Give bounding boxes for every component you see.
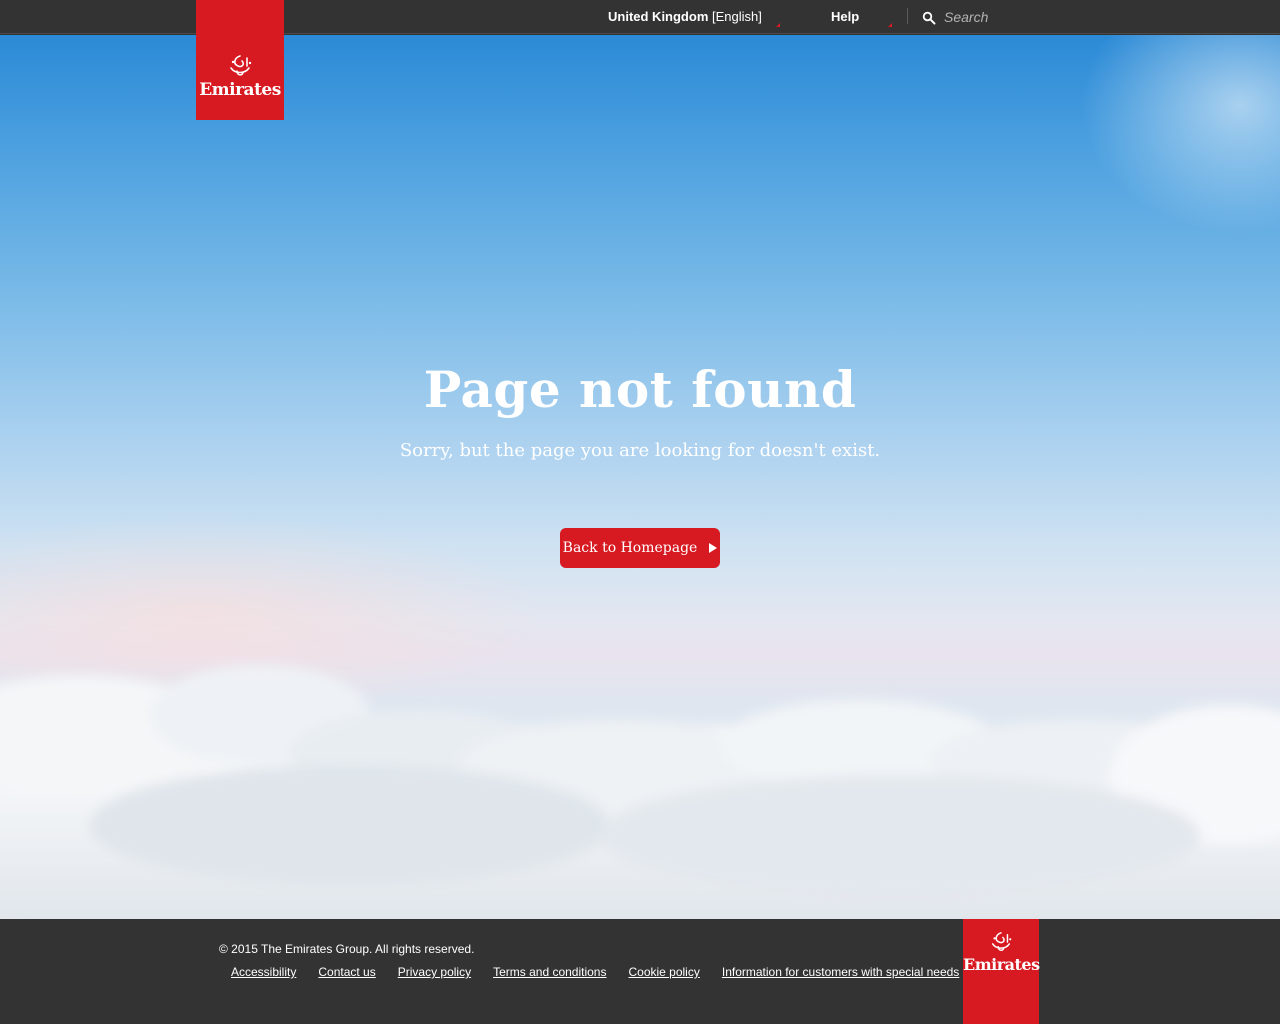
search-input[interactable]: [944, 6, 1064, 28]
emirates-calligraphy-mark: [991, 932, 1012, 952]
top-bar: United Kingdom [English] Help: [0, 0, 1280, 34]
footer-link-terms[interactable]: Terms and conditions: [493, 965, 606, 979]
footer-link-cookie-policy[interactable]: Cookie policy: [628, 965, 699, 979]
footer-link-accessibility[interactable]: Accessibility: [231, 965, 296, 979]
back-to-homepage-button[interactable]: Back to Homepage: [560, 528, 720, 568]
play-triangle-icon: [709, 543, 718, 553]
footer-link-special-needs[interactable]: Information for customers with special n…: [722, 965, 959, 979]
page-title: Page not found: [423, 360, 857, 419]
topbar-divider: [907, 8, 908, 24]
country-dropdown-icon[interactable]: [776, 23, 780, 27]
country-language: [English]: [712, 9, 762, 24]
footer-link-contact-us[interactable]: Contact us: [318, 965, 375, 979]
country-name: United Kingdom: [608, 9, 709, 24]
footer-logo-wordmark: Emirates: [963, 955, 1040, 974]
emirates-logo[interactable]: Emirates: [196, 0, 284, 120]
country-selector[interactable]: United Kingdom [English]: [608, 9, 762, 24]
footer-links: Accessibility Contact us Privacy policy …: [231, 965, 959, 979]
hero-sky-background: Page not found Sorry, but the page you a…: [0, 35, 1280, 919]
copyright-text: © 2015 The Emirates Group. All rights re…: [219, 942, 475, 956]
help-dropdown-icon[interactable]: [888, 23, 892, 27]
emirates-calligraphy-mark: [230, 55, 252, 76]
sky-glow: [1080, 35, 1280, 235]
back-button-label: Back to Homepage: [562, 540, 698, 556]
footer-link-privacy-policy[interactable]: Privacy policy: [398, 965, 471, 979]
logo-wordmark: Emirates: [199, 80, 281, 100]
search-icon[interactable]: [922, 11, 936, 25]
footer: © 2015 The Emirates Group. All rights re…: [0, 919, 1280, 1024]
footer-emirates-logo[interactable]: Emirates: [963, 919, 1040, 1024]
help-link[interactable]: Help: [831, 9, 859, 24]
page-subtitle: Sorry, but the page you are looking for …: [399, 440, 881, 461]
cloud-layer: [0, 665, 1280, 919]
